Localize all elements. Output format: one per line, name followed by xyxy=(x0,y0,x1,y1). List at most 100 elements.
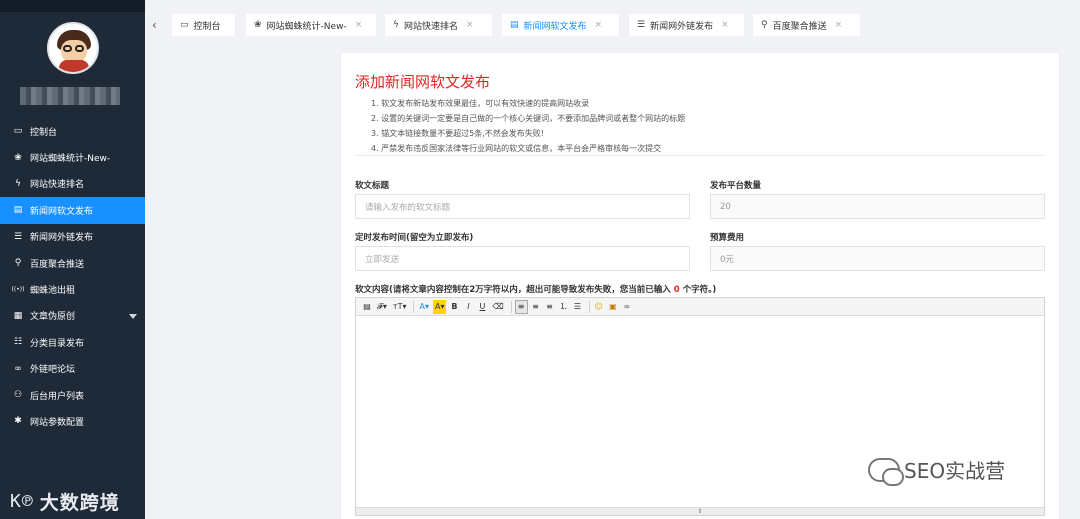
avatar[interactable] xyxy=(47,22,99,74)
article-icon: ▤ xyxy=(13,205,23,216)
sidebar-item[interactable]: ⚇ 后台用户列表 xyxy=(0,382,145,408)
sidebar-item[interactable]: ⚲ 百度聚合推送 xyxy=(0,250,145,276)
spider-icon: ❀ xyxy=(14,152,22,163)
tab[interactable]: ❀ 网站蜘蛛统计-New- × xyxy=(246,14,376,36)
close-icon[interactable]: × xyxy=(355,20,363,30)
ordered-list-icon[interactable]: ⒈ xyxy=(558,300,570,314)
lightning-icon: ϟ xyxy=(393,20,399,30)
schedule-input[interactable]: 立即发送 xyxy=(355,246,690,271)
list-icon: ☰ xyxy=(13,231,23,242)
close-icon[interactable]: × xyxy=(595,20,603,30)
search-icon: ⚲ xyxy=(761,20,768,30)
underline-icon[interactable]: U xyxy=(476,300,488,314)
sidebar-item-label: 外链吧论坛 xyxy=(30,365,76,376)
font-color-icon[interactable]: A▾ xyxy=(417,300,431,314)
image-icon[interactable]: ▣ xyxy=(607,300,619,314)
resize-handle-icon[interactable]: ⇕ xyxy=(356,507,1044,515)
sidebar-top-strip xyxy=(0,0,145,12)
tab-label: 网站快速排名 xyxy=(403,21,458,32)
sidebar-item-label: 控制台 xyxy=(30,127,58,138)
font-size-icon[interactable]: тT▾ xyxy=(391,300,409,314)
sidebar-item-label: 蜘蛛池出租 xyxy=(30,286,76,297)
sidebar-item-label: 新闻网软文发布 xyxy=(30,206,94,217)
unordered-list-icon[interactable]: ☰ xyxy=(572,300,584,314)
article-icon: ▤ xyxy=(510,20,519,30)
tab-label: 控制台 xyxy=(193,21,221,32)
instruction-item: 1. 软文发布新站发布效果最佳，可以有效快速的提高网站收录 xyxy=(371,99,590,108)
sidebar: ▭ 控制台 ❀ 网站蜘蛛统计-New-ϟ 网站快速排名 ▤ 新闻网软文发布 ☰ 新闻网外链发布 ⚲… xyxy=(0,0,145,519)
sidebar-item-label: 新闻网外链发布 xyxy=(30,233,94,244)
tab[interactable]: ⚲ 百度聚合推送 × xyxy=(753,14,860,36)
font-family-icon[interactable]: 𝓕▾ xyxy=(375,300,389,314)
monitor-icon: ▭ xyxy=(180,20,189,30)
align-left-icon[interactable]: ≡ xyxy=(514,299,528,314)
sidebar-item[interactable]: ▤ 新闻网软文发布 xyxy=(0,197,145,224)
sidebar-item-label: 网站参数配置 xyxy=(30,417,85,428)
close-icon[interactable]: × xyxy=(466,20,474,30)
sidebar-item[interactable]: ϟ 网站快速排名 xyxy=(0,171,145,197)
user-icon: ⚇ xyxy=(13,390,23,401)
tab[interactable]: ▭ 控制台 xyxy=(172,14,235,36)
watermark-text: 大数跨境 xyxy=(39,492,120,514)
toolbar-separator xyxy=(588,300,590,313)
content-label: 软文内容(请将文章内容控制在2万字符以内，超出可能导致发布失败，您当前已输入 0… xyxy=(355,283,716,295)
tab-label: 百度聚合推送 xyxy=(772,21,827,32)
editor-toolbar: ▤ 𝓕▾ тT▾ A▾ A▾ B I U ⌫ ≡ ≡ ≡ ⒈ ☰ ☺ ▣ ∞ xyxy=(356,298,1044,316)
list-icon: ☰ xyxy=(637,20,646,30)
watermark-logo: K℗ 大数跨境 xyxy=(10,488,120,515)
username-pixelated xyxy=(20,87,120,105)
k100-logo-icon: K℗ xyxy=(10,491,34,512)
link-icon: ∞ xyxy=(14,363,22,374)
lightning-icon: ϟ xyxy=(15,178,21,189)
toolbar-separator xyxy=(413,300,415,313)
sidebar-item[interactable]: ▦ 文章伪原创 xyxy=(0,303,145,329)
tab[interactable]: ▤ 新闻网软文发布 × xyxy=(502,14,619,36)
source-icon[interactable]: ▤ xyxy=(361,300,373,314)
chevron-left-icon[interactable]: ‹ xyxy=(152,18,164,32)
sidebar-item-label: 网站蜘蛛统计-New- xyxy=(30,154,111,165)
italic-icon[interactable]: I xyxy=(462,300,474,314)
category-icon: ☷ xyxy=(13,337,23,348)
sidebar-item[interactable]: ∞ 外链吧论坛 xyxy=(0,356,145,382)
bold-icon[interactable]: B xyxy=(448,300,460,314)
tab-label: 网站蜘蛛统计-New- xyxy=(266,21,347,32)
instruction-item: 3. 锚文本链接数量不要超过5条,不然会发布失败! xyxy=(371,129,545,138)
caret-down-icon[interactable] xyxy=(129,313,137,319)
document-icon: ▦ xyxy=(13,310,23,321)
sidebar-item-label: 百度聚合推送 xyxy=(30,259,85,270)
sidebar-item[interactable]: ☷ 分类目录发布 xyxy=(0,329,145,355)
platform-count-field: 20 xyxy=(710,194,1045,219)
sidebar-item-label: 网站快速排名 xyxy=(30,180,85,191)
close-icon[interactable]: × xyxy=(721,20,729,30)
tab[interactable]: ☰ 新闻网外链发布 × xyxy=(629,14,744,36)
instruction-item: 4. 严禁发布违反国家法律等行业网站的软文或信息，本平台会严格审核每一次提交 xyxy=(371,144,662,153)
budget-field: 0元 xyxy=(710,246,1045,271)
sidebar-item[interactable]: ((•)) 蜘蛛池出租 xyxy=(0,276,145,302)
title-label: 软文标题 xyxy=(355,181,390,191)
content-label-suffix: 个字符。) xyxy=(679,285,717,295)
link-icon[interactable]: ∞ xyxy=(621,300,633,314)
monitor-icon: ▭ xyxy=(13,126,23,137)
tab-bar: ‹ ▭ 控制台 ❀ 网站蜘蛛统计-New- × ϟ 网站快速排名 × ▤ 新闻网软文发布 × ☰ 新闻网… xyxy=(145,0,1080,47)
page-title: 添加新闻网软文发布 xyxy=(355,73,491,91)
schedule-label: 定时发布时间(留空为立即发布) xyxy=(355,233,474,243)
broadcast-icon: ((•)) xyxy=(11,286,25,294)
align-right-icon[interactable]: ≡ xyxy=(544,300,556,314)
search-icon: ⚲ xyxy=(14,258,22,269)
settings-icon: ✱ xyxy=(14,416,22,427)
sidebar-item[interactable]: ▭ 控制台 xyxy=(0,118,145,144)
highlight-icon[interactable]: A▾ xyxy=(432,299,447,314)
sidebar-item[interactable]: ✱ 网站参数配置 xyxy=(0,408,145,434)
wechat-watermark-text: SEO实战营 xyxy=(904,459,1006,483)
eraser-icon[interactable]: ⌫ xyxy=(490,300,505,314)
sidebar-item[interactable]: ☰ 新闻网外链发布 xyxy=(0,224,145,250)
close-icon[interactable]: × xyxy=(835,20,843,30)
divider xyxy=(355,155,1045,156)
tab[interactable]: ϟ 网站快速排名 × xyxy=(385,14,492,36)
emoji-icon[interactable]: ☺ xyxy=(593,300,605,314)
instruction-item: 2. 设置的关键词一定要是自己做的一个核心关键词，不要添加品牌词或者整个网站的标… xyxy=(371,114,686,123)
sidebar-item[interactable]: ❀ 网站蜘蛛统计-New- xyxy=(0,144,145,170)
title-input[interactable]: 请输入发布的软文标题 xyxy=(355,194,690,219)
align-center-icon[interactable]: ≡ xyxy=(530,300,542,314)
sidebar-item-label: 后台用户列表 xyxy=(30,391,85,402)
